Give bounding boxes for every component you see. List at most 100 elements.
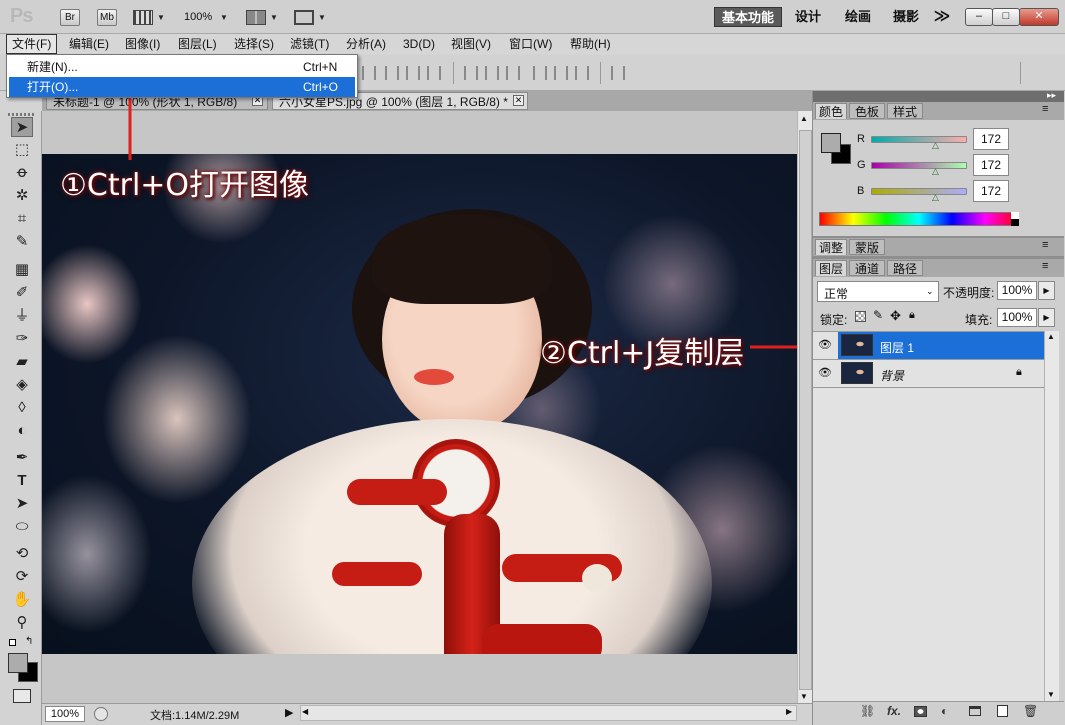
blur-tool-icon[interactable]: ◊ bbox=[11, 398, 33, 418]
adjustment-icon[interactable]: ◐ bbox=[941, 704, 948, 718]
type-tool-icon[interactable]: T bbox=[11, 471, 33, 491]
menu-analysis[interactable]: 分析(A) bbox=[341, 34, 391, 54]
lock-position-icon[interactable]: ✥ bbox=[890, 308, 901, 324]
menu-image[interactable]: 图像(I) bbox=[120, 34, 165, 54]
distribute-left-icon[interactable] bbox=[533, 66, 547, 80]
quick-selection-tool-icon[interactable]: ✲ bbox=[11, 186, 33, 206]
scroll-down-icon[interactable]: ▼ bbox=[800, 692, 808, 701]
zoom-level-select[interactable]: 100% bbox=[184, 11, 212, 23]
lasso-tool-icon[interactable]: ꝋ bbox=[11, 163, 33, 183]
zoom-tool-icon[interactable]: ⚲ bbox=[11, 613, 33, 633]
swap-colors-icon[interactable]: ↰ bbox=[25, 636, 33, 647]
chevron-down-icon[interactable]: ▼ bbox=[270, 13, 278, 22]
workspace-essentials[interactable]: 基本功能 bbox=[714, 7, 782, 27]
marquee-tool-icon[interactable]: ⬚ bbox=[11, 140, 33, 160]
layers-scrollbar[interactable] bbox=[1044, 331, 1059, 701]
red-slider[interactable] bbox=[871, 136, 967, 143]
scroll-up-icon[interactable]: ▲ bbox=[800, 114, 808, 123]
restore-button[interactable]: □ bbox=[992, 8, 1020, 26]
screen-mode-icon[interactable] bbox=[294, 10, 314, 25]
scroll-right-icon[interactable]: ▶ bbox=[786, 707, 792, 716]
minimize-button[interactable]: – bbox=[965, 8, 993, 26]
menu-view[interactable]: 视图(V) bbox=[446, 34, 496, 54]
blue-value-input[interactable]: 172 bbox=[973, 180, 1009, 202]
new-layer-icon[interactable] bbox=[997, 705, 1008, 717]
dodge-tool-icon[interactable]: ◐ bbox=[11, 421, 33, 441]
auto-align-icon[interactable] bbox=[611, 66, 625, 80]
workspace-design[interactable]: 设计 bbox=[790, 7, 826, 27]
red-value-input[interactable]: 172 bbox=[973, 128, 1009, 150]
fill-slider-arrow-icon[interactable]: ▶ bbox=[1038, 308, 1055, 327]
green-value-input[interactable]: 172 bbox=[973, 154, 1009, 176]
color-spectrum-bar[interactable] bbox=[819, 212, 1019, 226]
workspace-photography[interactable]: 摄影 bbox=[888, 7, 924, 27]
link-icon[interactable]: ⛓ bbox=[860, 704, 875, 718]
menu-select[interactable]: 选择(S) bbox=[229, 34, 279, 54]
more-workspaces-icon[interactable]: ≫ bbox=[930, 7, 954, 27]
menu-file[interactable]: 文件(F) bbox=[6, 34, 58, 54]
bridge-button[interactable]: Br bbox=[60, 9, 80, 26]
green-slider[interactable] bbox=[871, 162, 967, 169]
green-slider-handle[interactable]: △ bbox=[932, 166, 939, 177]
spectrum-white-swatch[interactable] bbox=[1011, 212, 1019, 219]
document-photo[interactable] bbox=[42, 154, 797, 654]
align-top-icon[interactable] bbox=[427, 66, 441, 80]
quick-mask-icon[interactable] bbox=[13, 689, 31, 703]
menu-help[interactable]: 帮助(H) bbox=[565, 34, 616, 54]
opacity-slider-arrow-icon[interactable]: ▶ bbox=[1038, 281, 1055, 300]
blue-slider-handle[interactable]: △ bbox=[932, 192, 939, 203]
foreground-color-swatch[interactable] bbox=[8, 653, 28, 673]
workspace-painting[interactable]: 绘画 bbox=[840, 7, 876, 27]
hand-tool-icon[interactable]: ✋ bbox=[11, 590, 33, 610]
status-menu-arrow-icon[interactable]: ▶ bbox=[285, 706, 293, 719]
status-zoom-field[interactable]: 100% bbox=[45, 706, 85, 722]
fx-icon[interactable]: fx. bbox=[887, 704, 901, 718]
menu-filter[interactable]: 滤镜(T) bbox=[285, 34, 334, 54]
ellipse-tool-icon[interactable]: ⬭ bbox=[11, 517, 33, 537]
scroll-left-icon[interactable]: ◀ bbox=[302, 707, 308, 716]
panel-grip[interactable] bbox=[8, 113, 34, 116]
eraser-tool-icon[interactable]: ▰ bbox=[11, 352, 33, 372]
lock-pixels-icon[interactable]: ✎ bbox=[873, 308, 883, 322]
brush-tool-icon[interactable]: ✐ bbox=[11, 283, 33, 303]
layer-row[interactable]: 背景 🔒︎ bbox=[838, 360, 1044, 387]
menu-open-item[interactable]: 打开(O)... Ctrl+O bbox=[9, 77, 355, 97]
pen-tool-icon[interactable]: ✒ bbox=[11, 448, 33, 468]
visibility-eye-icon[interactable]: 👁︎ bbox=[818, 367, 832, 379]
layer-row-selected[interactable]: 图层 1 bbox=[838, 332, 1044, 359]
lock-transparency-icon[interactable] bbox=[855, 311, 866, 322]
group-icon[interactable] bbox=[969, 706, 981, 716]
chevron-down-icon[interactable]: ▼ bbox=[220, 13, 228, 22]
align-right-icon[interactable] bbox=[406, 66, 420, 80]
menu-edit[interactable]: 编辑(E) bbox=[64, 34, 114, 54]
close-tab-icon[interactable]: ✕ bbox=[513, 95, 524, 106]
menu-new-item[interactable]: 新建(N)... Ctrl+N bbox=[9, 57, 355, 77]
distribute-right-icon[interactable] bbox=[575, 66, 589, 80]
3d-orbit-tool-icon[interactable]: ⟳ bbox=[11, 567, 33, 587]
tab-channels[interactable]: 通道 bbox=[849, 260, 885, 276]
paint-bucket-tool-icon[interactable]: ◈ bbox=[11, 375, 33, 395]
lock-all-icon[interactable]: 🔒︎ bbox=[909, 309, 915, 322]
scroll-up-icon[interactable]: ▲ bbox=[1047, 332, 1055, 341]
panel-menu-icon[interactable]: ≡ bbox=[1042, 239, 1048, 251]
trash-icon[interactable]: 🗑︎ bbox=[1023, 704, 1038, 718]
distribute-top-icon[interactable] bbox=[464, 66, 478, 80]
tab-styles[interactable]: 样式 bbox=[887, 103, 923, 119]
menu-layer[interactable]: 图层(L) bbox=[173, 34, 222, 54]
menu-3d[interactable]: 3D(D) bbox=[398, 34, 440, 54]
tab-masks[interactable]: 蒙版 bbox=[849, 239, 885, 255]
close-window-button[interactable]: ✕ bbox=[1019, 8, 1059, 26]
tab-swatches[interactable]: 色板 bbox=[849, 103, 885, 119]
distribute-center-icon[interactable] bbox=[554, 66, 568, 80]
tab-adjustments[interactable]: 调整 bbox=[815, 239, 847, 255]
path-selection-tool-icon[interactable]: ➤ bbox=[11, 494, 33, 514]
move-tool-icon[interactable]: ➤ bbox=[11, 117, 33, 137]
menu-window[interactable]: 窗口(W) bbox=[504, 34, 557, 54]
visibility-eye-icon[interactable]: 👁︎ bbox=[818, 339, 832, 351]
collapse-panels-icon[interactable]: ▸▸ bbox=[1047, 90, 1056, 101]
opacity-input[interactable]: 100% bbox=[997, 281, 1037, 300]
align-left-icon[interactable] bbox=[362, 66, 376, 80]
distribute-middle-icon[interactable] bbox=[485, 66, 499, 80]
distribute-bottom-icon[interactable] bbox=[506, 66, 520, 80]
clone-stamp-tool-icon[interactable]: ⏚ bbox=[11, 306, 33, 326]
